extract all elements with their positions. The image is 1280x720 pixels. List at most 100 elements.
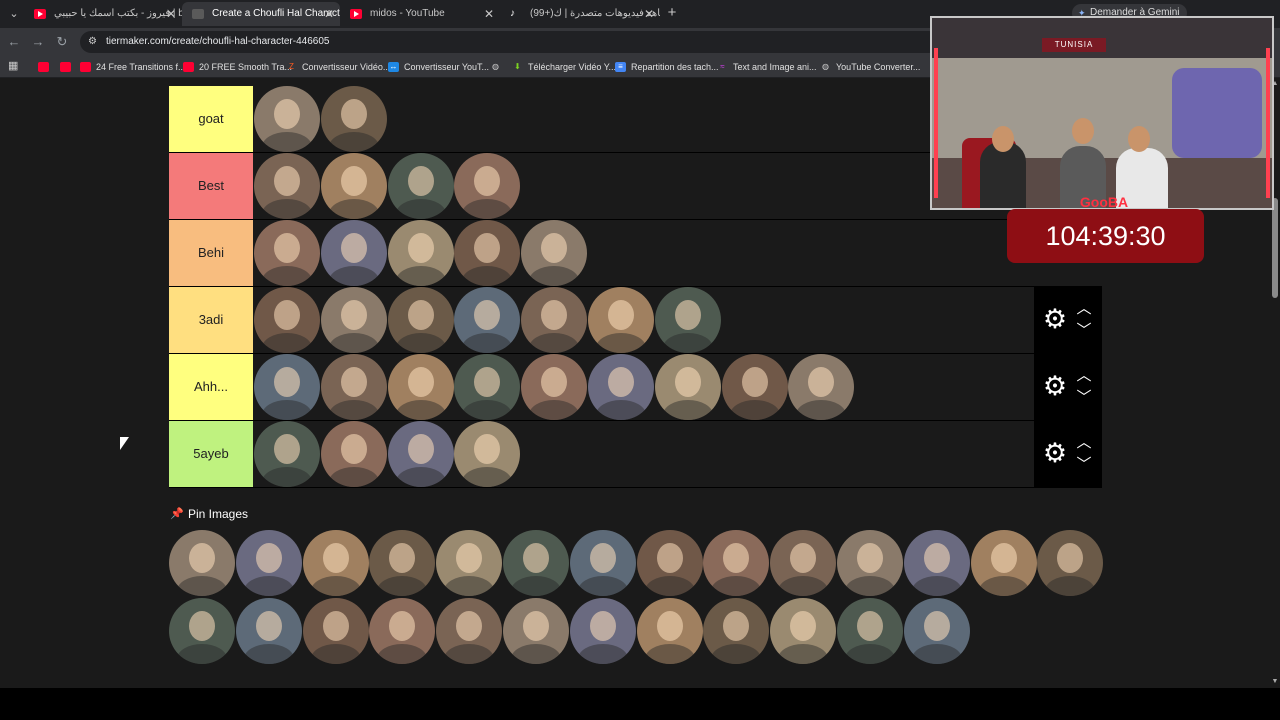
chevron-down-icon[interactable]: ﹀ [1074,323,1094,339]
character-avatar[interactable] [387,287,454,353]
character-avatar[interactable] [387,421,454,487]
bookmark-11[interactable]: ◍ YouTube Converter... [820,59,920,75]
character-avatar[interactable] [654,287,721,353]
character-avatar[interactable] [387,354,454,420]
tier-label[interactable]: 5ayeb [169,421,253,487]
character-avatar[interactable] [454,354,521,420]
character-avatar[interactable] [521,287,588,353]
tier-label[interactable]: Behi [169,220,253,286]
character-avatar[interactable] [320,354,387,420]
close-icon[interactable]: ✕ [484,2,494,26]
chevron-up-icon[interactable]: ︿ [1074,368,1094,384]
browser-tab-1[interactable]: فيروز - بكتب اسمك يا حبيبي | be ✕ [24,2,182,26]
tier-label[interactable]: goat [169,86,253,152]
pool-character-avatar[interactable] [837,530,903,596]
chevron-down-icon[interactable]: ﹀ [1074,457,1094,473]
tier-label[interactable]: Ahh... [169,354,253,420]
bookmark-2[interactable] [60,59,76,75]
character-avatar[interactable] [320,86,387,152]
chevron-up-icon[interactable]: ︿ [1074,435,1094,451]
pool-character-avatar[interactable] [569,530,636,596]
character-avatar[interactable] [254,220,320,286]
chevron-down-icon[interactable]: ﹀ [1074,390,1094,406]
url-bar[interactable]: ⚙ tiermaker.com/create/choufli-hal-chara… [80,31,940,53]
gear-icon[interactable]: ⚙ [1040,371,1070,401]
character-avatar[interactable] [254,354,320,420]
bookmark-7[interactable]: ◍ [490,59,506,75]
character-avatar[interactable] [454,220,521,286]
pool-character-avatar[interactable] [503,598,569,664]
pool-character-avatar[interactable] [169,598,235,664]
pool-character-avatar[interactable] [503,530,569,596]
pool-character-avatar[interactable] [235,530,302,596]
character-avatar[interactable] [320,220,387,286]
pool-character-avatar[interactable] [970,530,1037,596]
character-avatar[interactable] [454,153,521,219]
apps-grid-icon[interactable]: ▦ [8,60,20,72]
browser-tab-3[interactable]: midos - YouTube ✕ [340,2,500,26]
pool-character-avatar[interactable] [302,530,369,596]
forward-arrow-icon[interactable]: → [30,34,46,50]
pool-character-avatar[interactable] [1037,530,1104,596]
character-avatar[interactable] [254,421,320,487]
gear-icon[interactable]: ⚙ [1040,438,1070,468]
browser-tab-4[interactable]: ♪ (99+)شاهد فيديوهات متصدرة | ك ✕ [500,2,660,26]
bookmark-8[interactable]: ⬇ Télécharger Vidéo Y... [512,59,616,75]
pool-character-avatar[interactable] [770,530,837,596]
character-avatar[interactable] [721,354,788,420]
site-settings-icon[interactable]: ⚙ [88,35,101,48]
pool-character-avatar[interactable] [569,598,636,664]
pool-character-avatar[interactable] [903,530,970,596]
character-avatar[interactable] [254,153,320,219]
tier-label[interactable]: 3adi [169,287,253,353]
bookmark-1[interactable] [38,59,54,75]
pool-character-avatar[interactable] [169,530,235,596]
character-avatar[interactable] [320,287,387,353]
close-icon[interactable]: ✕ [166,2,176,26]
character-avatar[interactable] [654,354,721,420]
bookmark-4[interactable]: 20 FREE Smooth Tra... [183,59,292,75]
close-icon[interactable]: ✕ [324,2,334,26]
pool-character-avatar[interactable] [235,598,302,664]
back-arrow-icon[interactable]: ← [6,34,22,50]
character-avatar[interactable] [254,86,320,152]
pool-character-avatar[interactable] [636,598,703,664]
character-avatar[interactable] [521,220,588,286]
character-avatar[interactable] [454,287,521,353]
reload-icon[interactable]: ↻ [54,34,70,50]
pool-character-avatar[interactable] [636,530,703,596]
browser-tab-2[interactable]: Create a Choufli Hal Character ✕ [182,2,340,26]
character-avatar[interactable] [588,354,654,420]
character-avatar[interactable] [521,354,588,420]
close-icon[interactable]: ✕ [644,2,654,26]
pool-character-avatar[interactable] [436,598,503,664]
pool-character-avatar[interactable] [369,530,436,596]
character-avatar[interactable] [254,287,320,353]
tier-label[interactable]: Best [169,153,253,219]
pool-character-avatar[interactable] [770,598,837,664]
pool-character-avatar[interactable] [369,598,436,664]
tab-search-icon[interactable]: ⌄ [6,6,22,22]
bookmark-10[interactable]: ≈ Text and Image ani... [717,59,816,75]
pool-character-avatar[interactable] [837,598,903,664]
gear-icon[interactable]: ⚙ [1040,304,1070,334]
scroll-down-arrow-icon[interactable]: ▼ [1271,678,1279,686]
bookmark-5[interactable]: Z Convertisseur Vidéo... [286,59,390,75]
pool-character-avatar[interactable] [436,530,503,596]
bookmark-6[interactable]: ↔ Convertisseur YouT... [388,59,489,75]
pool-character-avatar[interactable] [302,598,369,664]
character-avatar[interactable] [387,220,454,286]
chevron-up-icon[interactable]: ︿ [1074,301,1094,317]
pool-character-avatar[interactable] [703,530,770,596]
character-avatar[interactable] [454,421,521,487]
bookmark-9[interactable]: ≡ Repartition des tach... [615,59,719,75]
character-avatar[interactable] [387,153,454,219]
new-tab-button[interactable]: + [663,4,681,22]
pool-character-avatar[interactable] [703,598,770,664]
bookmark-3[interactable]: 24 Free Transitions f... [80,59,186,75]
character-avatar[interactable] [320,421,387,487]
scroll-thumb[interactable] [1272,198,1278,298]
pool-character-avatar[interactable] [903,598,970,664]
character-avatar[interactable] [588,287,654,353]
character-avatar[interactable] [320,153,387,219]
